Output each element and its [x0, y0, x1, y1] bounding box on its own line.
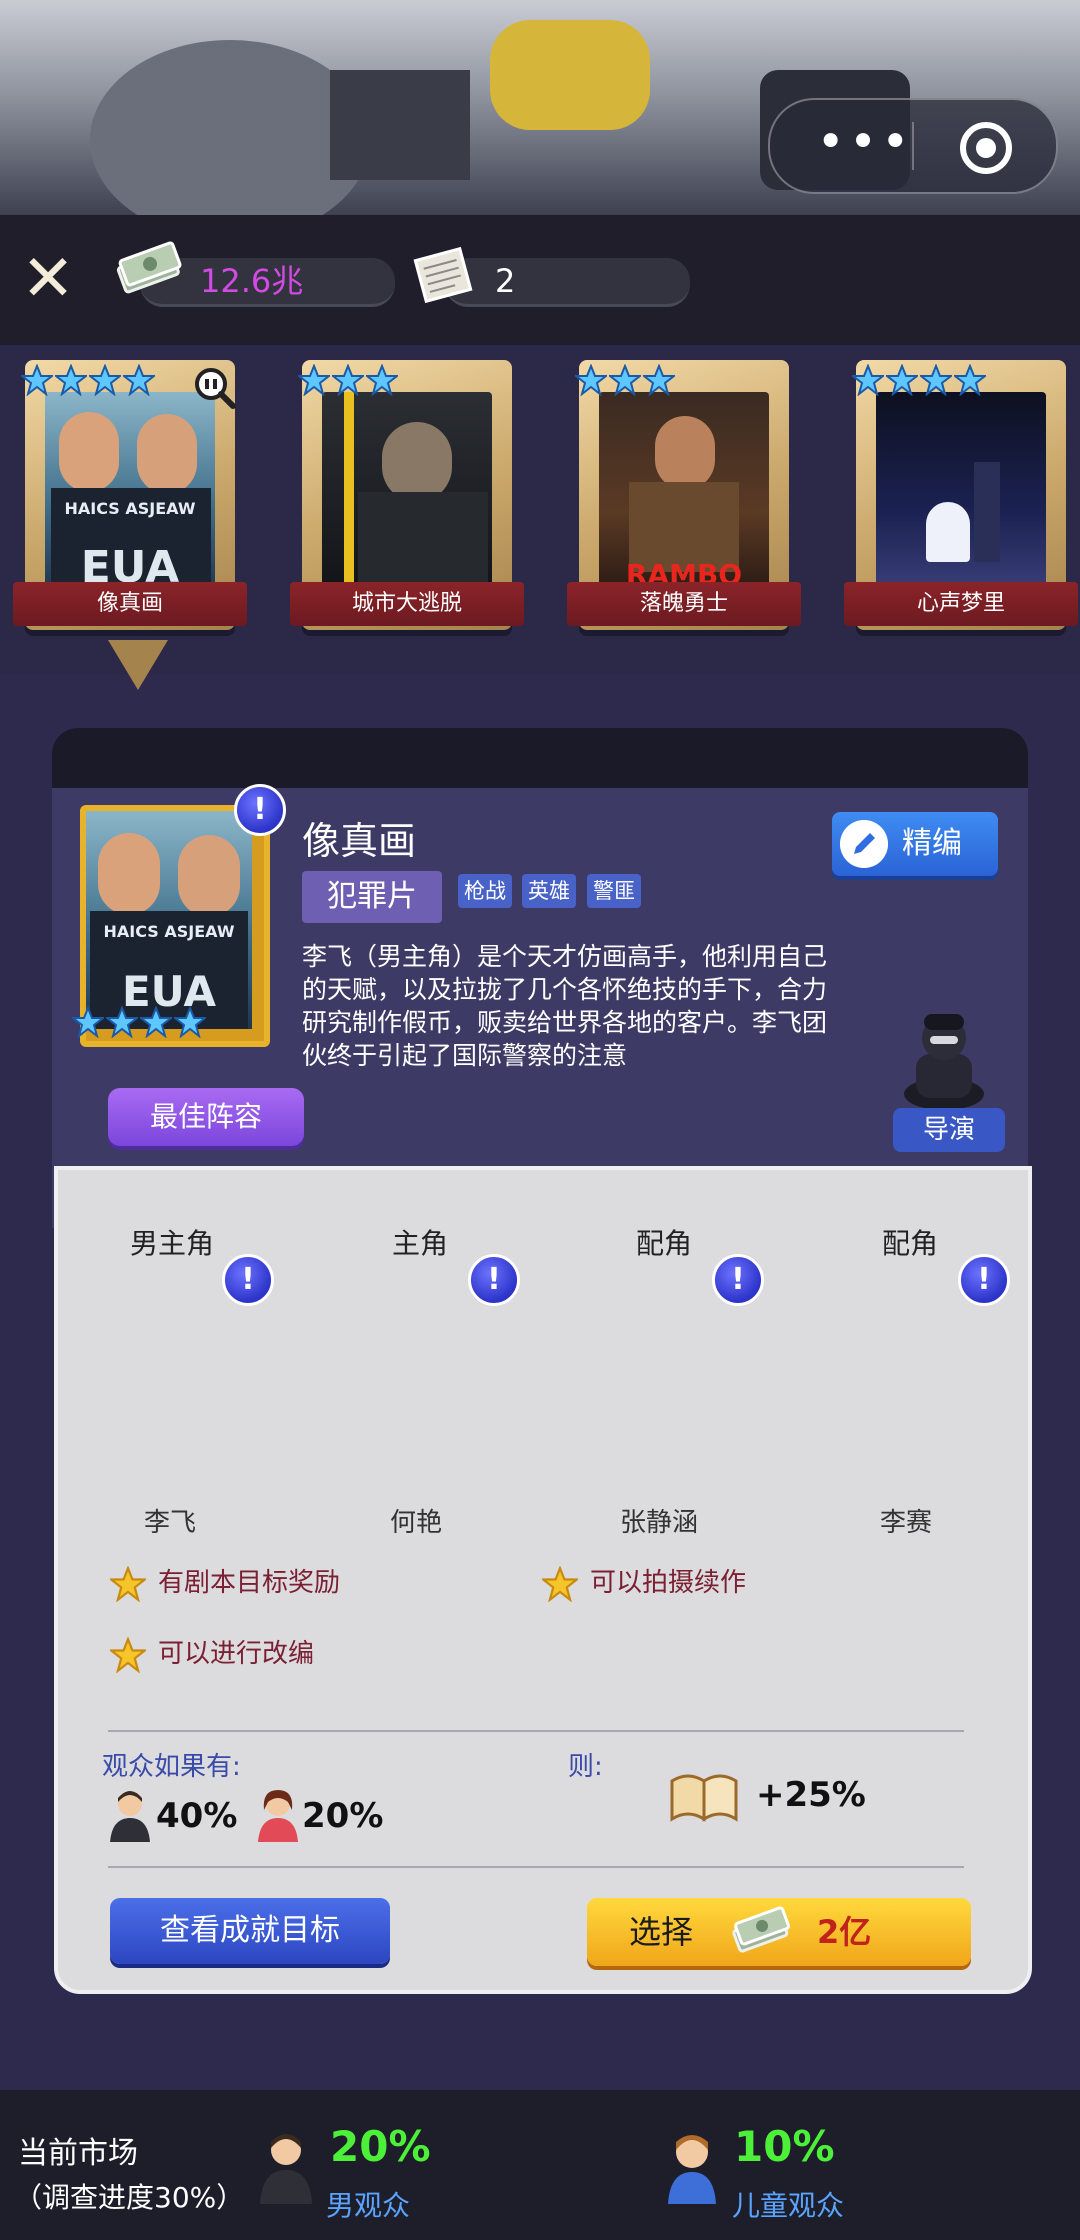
role-label: 男主角: [130, 1227, 215, 1260]
view-goals-button[interactable]: 查看成就目标: [110, 1898, 390, 1964]
movie-detail-title: 像真画: [302, 819, 417, 863]
market-title: 当前市场: [18, 2136, 138, 2171]
alert-icon[interactable]: !: [234, 784, 286, 836]
movie-poster: HAICS ASJEAW EUA: [45, 392, 215, 592]
movie-poster: RAMBO: [599, 392, 769, 592]
star-icon: [542, 1565, 578, 1602]
star-rating: [575, 364, 677, 398]
movie-card[interactable]: 城市大逃脱: [290, 360, 524, 630]
star-icon: [110, 1636, 146, 1673]
bonus-item: 可以进行改编: [110, 1633, 314, 1673]
selection-pointer: [108, 640, 168, 690]
search-icon[interactable]: [189, 362, 239, 412]
role-alert-icon[interactable]: !: [468, 1254, 520, 1306]
then-label: 则:: [568, 1752, 603, 1782]
movie-title: 城市大逃脱: [290, 582, 524, 626]
price: 2亿: [817, 1913, 872, 1951]
female-audience-icon: [258, 1790, 298, 1842]
director-icon[interactable]: [902, 1002, 986, 1112]
script-scroll-icon: [413, 246, 473, 304]
star-rating: [852, 364, 988, 398]
star-rating: [21, 364, 157, 398]
role-label: 配角: [636, 1227, 693, 1260]
tag-chip: 英雄: [522, 874, 576, 908]
movie-card[interactable]: HAICS ASJEAW EUA 像真画: [13, 360, 247, 630]
movie-title: 落魄勇士: [567, 582, 801, 626]
best-cast-button[interactable]: 最佳阵容: [108, 1088, 304, 1146]
script-pill: [445, 258, 690, 307]
female-audience-pct: 20%: [302, 1796, 384, 1836]
actor-name[interactable]: 张静涵: [620, 1502, 698, 1539]
cash-stack-icon: [116, 241, 182, 294]
director-label[interactable]: 导演: [893, 1108, 1005, 1152]
role-label: 配角: [882, 1227, 939, 1260]
bonus-item: 有剧本目标奖励: [110, 1562, 340, 1602]
market-male-label: 男观众: [326, 2189, 411, 2222]
movie-title: 心声梦里: [844, 582, 1078, 626]
close-icon[interactable]: ✕: [18, 247, 78, 311]
role-label: 主角: [392, 1227, 449, 1260]
market-progress: （调查进度30%）: [14, 2181, 245, 2214]
pencil-icon: [840, 820, 888, 868]
movie-title: 像真画: [13, 582, 247, 626]
movie-card[interactable]: RAMBO 落魄勇士: [567, 360, 801, 630]
genre-badge: 犯罪片: [302, 871, 442, 923]
market-child-pct: 10%: [734, 2122, 835, 2171]
market-male-pct: 20%: [330, 2122, 431, 2171]
child-audience-icon: [668, 2135, 716, 2204]
script-count: 2: [495, 262, 516, 300]
actor-name[interactable]: 李飞: [144, 1502, 196, 1539]
bonus-percent: +25%: [756, 1775, 866, 1815]
bonus-item: 可以拍摄续作: [542, 1562, 746, 1602]
choose-button[interactable]: 选择 2亿: [587, 1898, 971, 1966]
role-alert-icon[interactable]: !: [222, 1254, 274, 1306]
market-child-label: 儿童观众: [732, 2189, 845, 2222]
star-icon: [110, 1565, 146, 1602]
movie-description: 李飞（男主角）是个天才仿画高手，他利用自己的天赋，以及拉拢了几个各怀绝技的手下，…: [302, 942, 828, 1070]
actor-name[interactable]: 李赛: [880, 1502, 932, 1539]
tag-chip: 警匪: [587, 874, 641, 908]
movie-poster: [322, 392, 492, 592]
more-menu-button[interactable]: •••: [810, 118, 920, 172]
male-audience-icon: [260, 2134, 312, 2204]
market-bar: [0, 2090, 1080, 2240]
movie-poster: [876, 392, 1046, 592]
role-alert-icon[interactable]: !: [712, 1254, 764, 1306]
cash-stack-icon: [732, 1906, 790, 1953]
edit-button[interactable]: 精编: [832, 812, 998, 876]
money-value: 12.6兆: [200, 262, 304, 300]
actor-name[interactable]: 何艳: [390, 1502, 442, 1539]
movie-card[interactable]: 心声梦里: [844, 360, 1078, 630]
male-audience-icon: [110, 1791, 150, 1842]
close-miniapp-button[interactable]: [960, 122, 1012, 174]
detail-star-rating: [72, 1006, 208, 1038]
male-audience-pct: 40%: [156, 1796, 238, 1836]
star-rating: [298, 364, 400, 398]
tag-chip: 枪战: [458, 874, 512, 908]
book-icon: [670, 1774, 738, 1822]
role-alert-icon[interactable]: !: [958, 1254, 1010, 1306]
audience-condition-label: 观众如果有:: [102, 1752, 241, 1782]
miniapp-capsule: •••: [768, 98, 1058, 194]
